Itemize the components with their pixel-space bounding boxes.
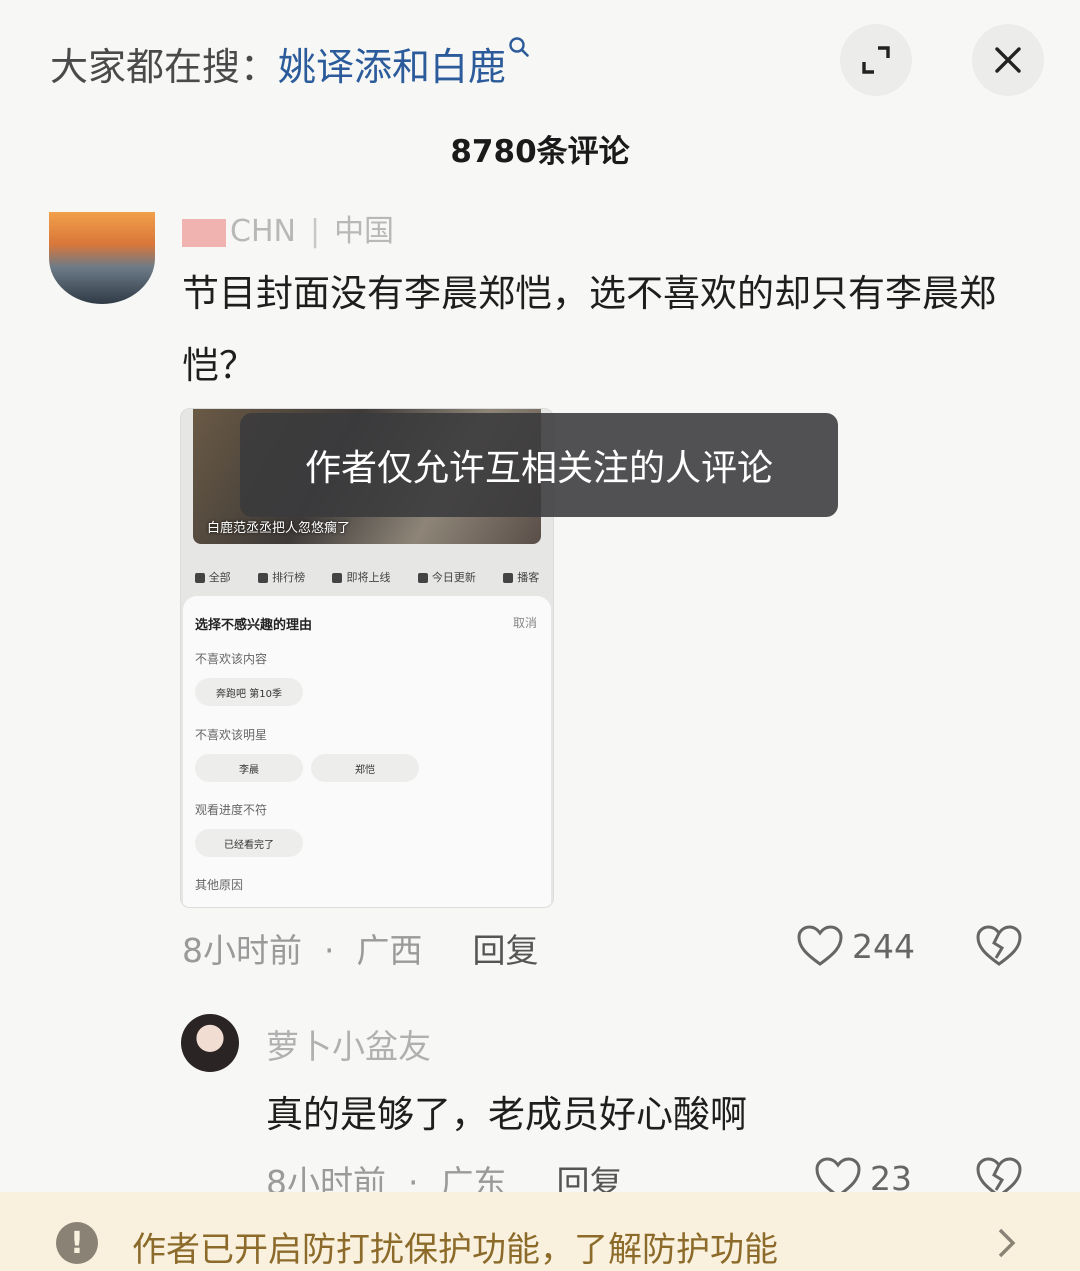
image-tab-label: 播客 — [517, 571, 540, 584]
image-tab-label: 全部 — [208, 571, 231, 584]
video-caption: 白鹿范丞丞把人忽悠瘸了 — [207, 521, 351, 536]
location-tag: 中国 — [334, 214, 395, 249]
chevron-right-icon — [998, 1228, 1016, 1258]
image-tab: 排行榜 — [258, 569, 305, 585]
sheet-section-label: 不喜欢该内容 — [195, 652, 268, 666]
toast-message: 作者仅允许互相关注的人评论 — [240, 413, 838, 517]
image-tab-label: 今日更新 — [431, 571, 476, 584]
search-icon — [509, 37, 529, 57]
reply-text: 真的是够了，老成员好心酸啊 — [266, 1093, 747, 1136]
reason-chip: 已经看完了 — [195, 829, 303, 857]
trending-search[interactable]: 大家都在搜：姚译添和白鹿 — [50, 36, 530, 91]
sheet-section-label: 不喜欢该明星 — [195, 728, 268, 742]
avatar[interactable] — [181, 1014, 239, 1072]
reason-sheet: 选择不感兴趣的理由 取消 不喜欢该内容 奔跑吧 第10季 不喜欢该明星 李晨 郑… — [183, 596, 551, 907]
author-separator: | — [309, 214, 321, 249]
comment-meta: 8小时前 · 广西 回复 — [182, 924, 539, 972]
meta-dot: · — [324, 931, 335, 970]
dislike-button[interactable] — [975, 924, 1023, 972]
image-tab: 播客 — [503, 569, 539, 585]
expand-icon — [862, 46, 890, 74]
trending-search-keyword[interactable]: 姚译添和白鹿 — [278, 45, 506, 89]
trending-search-prefix: 大家都在搜： — [50, 45, 279, 89]
image-tab: 今日更新 — [417, 569, 476, 585]
comment-region: 广西 — [356, 931, 423, 970]
like-button[interactable]: 244 — [796, 924, 915, 968]
image-tab-label: 即将上线 — [346, 571, 391, 584]
image-tab-bar: 全部 排行榜 即将上线 今日更新 播客 — [181, 559, 553, 595]
reason-chip: 李晨 — [195, 754, 303, 782]
comment-time: 8小时前 — [182, 931, 302, 970]
sheet-cancel: 取消 — [512, 616, 537, 630]
banner-text: 作者已开启防打扰保护功能，了解防护功能 — [132, 1230, 778, 1270]
warning-icon: ! — [56, 1222, 98, 1264]
reason-chip: 郑恺 — [311, 754, 419, 782]
reason-chip: 奔跑吧 第10季 — [195, 678, 303, 706]
sheet-section-label: 观看进度不符 — [195, 803, 268, 817]
image-tab: 全部 — [194, 569, 231, 585]
close-icon — [995, 47, 1021, 73]
image-tab: 即将上线 — [332, 569, 390, 585]
sheet-section-label: 其他原因 — [195, 878, 244, 892]
comment-author[interactable]: CHN | 中国 — [182, 206, 394, 250]
expand-button[interactable] — [840, 24, 912, 96]
author-tag: CHN — [230, 214, 296, 249]
sheet-title: 选择不感兴趣的理由 — [195, 618, 313, 633]
like-count: 244 — [852, 926, 915, 966]
flag-icon — [182, 218, 226, 247]
comment-text: 节目封面没有李晨郑恺，选不喜欢的却只有李晨郑恺？ — [182, 272, 996, 387]
heart-icon — [797, 925, 843, 966]
avatar[interactable] — [49, 212, 155, 304]
broken-heart-icon — [976, 925, 1022, 966]
reply-author[interactable]: 萝卜小盆友 — [266, 1020, 431, 1068]
comment-count: 8780条评论 — [450, 134, 630, 170]
image-tab-label: 排行榜 — [272, 571, 306, 584]
top-bar: 大家都在搜：姚译添和白鹿 — [0, 0, 1080, 110]
reply-button[interactable]: 回复 — [473, 931, 539, 970]
protection-banner[interactable]: ! 作者已开启防打扰保护功能，了解防护功能 — [0, 1192, 1080, 1271]
close-button[interactable] — [972, 24, 1044, 96]
